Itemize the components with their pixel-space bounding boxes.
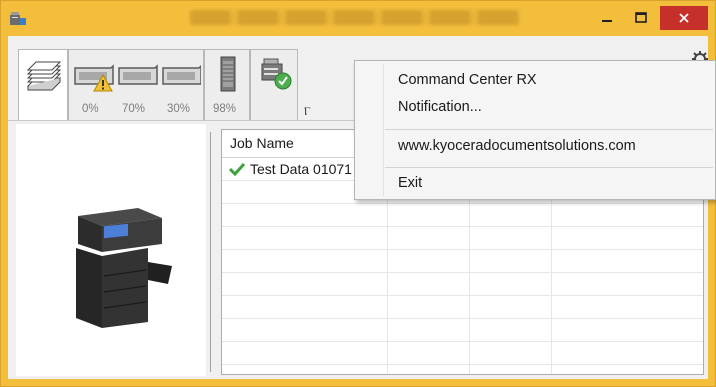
grid-line <box>222 249 703 250</box>
menu-gutter <box>383 64 384 196</box>
tab-jobs[interactable] <box>18 49 68 121</box>
menu-separator <box>385 129 713 130</box>
tab-waste-toner[interactable]: 98% <box>204 49 250 121</box>
toner-level-1: 0% <box>82 103 99 115</box>
grid-line <box>222 295 703 296</box>
grid-line <box>222 272 703 273</box>
grid-line <box>222 226 703 227</box>
waste-toner-icon <box>219 55 237 98</box>
job-name-cell: Test Data 01071 <box>250 160 352 177</box>
pane-splitter[interactable] <box>210 132 211 372</box>
grid-line <box>222 364 703 365</box>
minimize-button[interactable] <box>592 6 622 30</box>
tab-device[interactable] <box>250 49 298 121</box>
waste-toner-level: 98% <box>213 103 237 115</box>
menu-item-website-link[interactable]: www.kyoceradocumentsolutions.com <box>398 138 636 154</box>
printer-image-panel <box>16 124 206 376</box>
device-status-ok-icon <box>259 56 293 97</box>
toner-level-3: 30% <box>167 103 191 115</box>
collapse-tabs-button[interactable]: Ⲅ <box>304 106 311 119</box>
grid-line <box>222 203 703 204</box>
menu-item-notification[interactable]: Notification... <box>398 99 482 115</box>
close-button[interactable] <box>660 6 708 30</box>
tab-toner[interactable]: 0% 70% 30% <box>68 49 204 121</box>
check-icon <box>229 162 245 176</box>
paper-stack-icon <box>24 56 64 101</box>
grid-line <box>222 318 703 319</box>
menu-item-exit[interactable]: Exit <box>398 175 422 191</box>
menu-item-command-center-rx[interactable]: Command Center RX <box>398 72 537 88</box>
menu-separator <box>385 167 713 168</box>
warning-icon <box>93 73 113 97</box>
window-title <box>190 10 520 25</box>
toner-level-2: 70% <box>122 103 146 115</box>
title-bar[interactable] <box>0 0 716 36</box>
context-menu: Command Center RX Notification... www.ky… <box>354 60 716 200</box>
mfp-printer-image <box>68 192 178 337</box>
app-printer-icon <box>9 9 27 27</box>
grid-line <box>222 341 703 342</box>
maximize-button[interactable] <box>626 6 656 30</box>
